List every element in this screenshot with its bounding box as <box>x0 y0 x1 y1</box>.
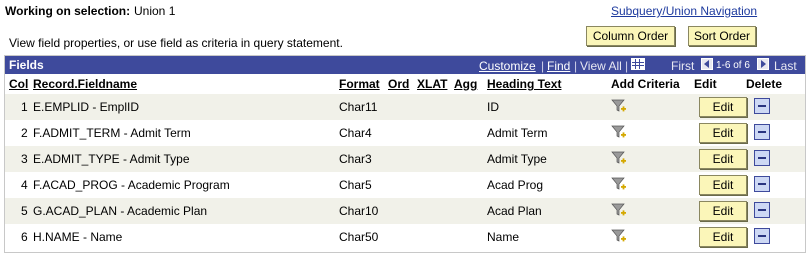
left-arrow-icon[interactable] <box>701 58 713 70</box>
heading-text: Acad Plan <box>487 204 542 218</box>
col-number: 5 <box>21 204 28 218</box>
col-number: 2 <box>21 126 28 140</box>
field-name: E.EMPLID - EmplID <box>33 100 140 114</box>
table-row: 6 H.NAME - Name Char50 Name Edit <box>5 224 805 250</box>
heading-text-header[interactable]: Heading Text <box>487 77 561 91</box>
col-number: 4 <box>21 178 28 192</box>
instruction-text: View field properties, or use field as c… <box>9 36 343 50</box>
customize-link[interactable]: Customize <box>479 59 536 73</box>
sort-order-button[interactable]: Sort Order <box>688 26 756 46</box>
minus-icon[interactable] <box>754 150 770 166</box>
field-format: Char10 <box>339 204 379 218</box>
delete-header: Delete <box>746 77 783 91</box>
funnel-add-icon[interactable] <box>611 98 627 114</box>
minus-icon[interactable] <box>754 124 770 140</box>
bar-separator: | <box>574 59 578 73</box>
minus-icon[interactable] <box>754 176 770 192</box>
heading-text: Admit Type <box>487 152 547 166</box>
field-name: F.ACAD_PROG - Academic Program <box>33 178 230 192</box>
heading-text: ID <box>487 100 499 114</box>
field-format: Char4 <box>339 126 372 140</box>
grid-title-bar: Fields Customize | Find | View All | Fir… <box>5 56 805 74</box>
funnel-add-icon[interactable] <box>611 150 627 166</box>
table-row: 2 F.ADMIT_TERM - Admit Term Char4 Admit … <box>5 120 805 146</box>
edit-button[interactable]: Edit <box>699 97 747 117</box>
format-header[interactable]: Format <box>339 77 380 91</box>
selection-value: Union 1 <box>134 4 176 18</box>
field-name: G.ACAD_PLAN - Academic Plan <box>33 204 208 218</box>
edit-header: Edit <box>694 77 717 91</box>
first-label: First <box>671 59 695 73</box>
edit-button[interactable]: Edit <box>699 123 747 143</box>
col-header[interactable]: Col <box>9 77 28 91</box>
funnel-add-icon[interactable] <box>611 202 627 218</box>
heading-text: Acad Prog <box>487 178 544 192</box>
col-number: 6 <box>21 230 28 244</box>
edit-button[interactable]: Edit <box>699 201 747 221</box>
table-row: 4 F.ACAD_PROG - Academic Program Char5 A… <box>5 172 805 198</box>
bar-separator: | <box>625 59 629 73</box>
table-row: 5 G.ACAD_PLAN - Academic Plan Char10 Aca… <box>5 198 805 224</box>
range-indicator: 1-6 of 6 <box>716 60 750 71</box>
add-criteria-header: Add Criteria <box>611 77 680 91</box>
funnel-add-icon[interactable] <box>611 176 627 192</box>
field-format: Char5 <box>339 178 372 192</box>
agg-header[interactable]: Agg <box>454 77 477 91</box>
find-link[interactable]: Find <box>547 59 570 73</box>
subquery-union-navigation-link[interactable]: Subquery/Union Navigation <box>611 4 757 18</box>
grid-title: Fields <box>9 58 44 72</box>
minus-icon[interactable] <box>754 228 770 244</box>
field-format: Char3 <box>339 152 372 166</box>
edit-button[interactable]: Edit <box>699 227 747 247</box>
edit-button[interactable]: Edit <box>699 175 747 195</box>
heading-text: Admit Term <box>487 126 548 140</box>
heading-text: Name <box>487 230 520 244</box>
field-format: Char11 <box>339 100 378 114</box>
selection-label: Working on selection: <box>5 4 131 18</box>
bar-separator: | <box>541 59 545 73</box>
last-label: Last <box>774 59 797 73</box>
view-all-link[interactable]: View All <box>580 59 622 73</box>
field-name: H.NAME - Name <box>33 230 123 244</box>
xlat-header[interactable]: XLAT <box>417 77 447 91</box>
funnel-add-icon[interactable] <box>611 228 627 244</box>
field-format: Char50 <box>339 230 379 244</box>
field-name: E.ADMIT_TYPE - Admit Type <box>33 152 190 166</box>
grid-view-icon[interactable] <box>631 58 645 70</box>
field-name: F.ADMIT_TERM - Admit Term <box>33 126 191 140</box>
edit-button[interactable]: Edit <box>699 149 747 169</box>
col-number: 3 <box>21 152 28 166</box>
minus-icon[interactable] <box>754 202 770 218</box>
table-row: 3 E.ADMIT_TYPE - Admit Type Char3 Admit … <box>5 146 805 172</box>
funnel-add-icon[interactable] <box>611 124 627 140</box>
table-row: 1 E.EMPLID - EmplID Char11 ID Edit <box>5 94 805 120</box>
ord-header[interactable]: Ord <box>388 77 409 91</box>
minus-icon[interactable] <box>754 98 770 114</box>
fields-grid: Fields Customize | Find | View All | Fir… <box>4 55 806 253</box>
col-number: 1 <box>21 100 28 114</box>
right-arrow-icon[interactable] <box>757 58 769 70</box>
column-order-button[interactable]: Column Order <box>586 26 675 46</box>
fieldname-header[interactable]: Record.Fieldname <box>33 77 137 91</box>
